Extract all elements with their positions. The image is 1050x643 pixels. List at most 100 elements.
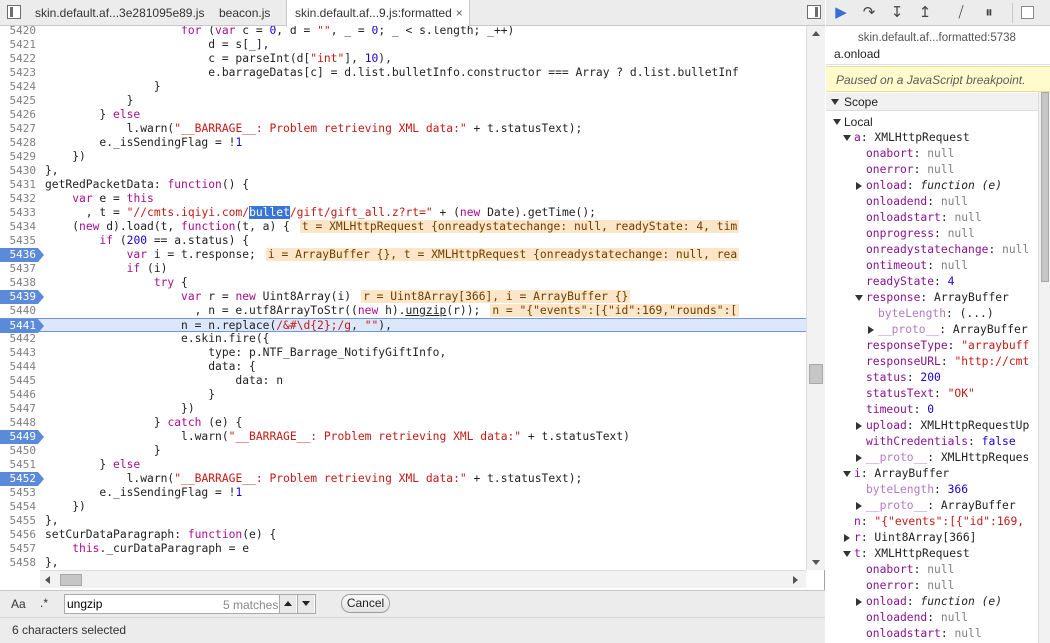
code-line[interactable]: 5432 var e = this bbox=[0, 192, 806, 206]
close-tab-icon[interactable]: × bbox=[456, 0, 463, 26]
toggle-debugger-icon[interactable] bbox=[807, 5, 821, 19]
code-line[interactable]: 5458}, bbox=[0, 556, 806, 570]
scope-property-row[interactable]: __proto__: XMLHttpReques bbox=[856, 450, 1029, 466]
line-number[interactable]: 5421 bbox=[0, 38, 38, 52]
scope-property-row[interactable]: onreadystatechange: null bbox=[866, 242, 1029, 258]
code-line[interactable]: 5453 e._isSendingFlag = !1 bbox=[0, 486, 806, 500]
expand-triangle-icon[interactable] bbox=[856, 454, 862, 462]
code-line[interactable]: 5437 if (i) bbox=[0, 262, 806, 276]
code-line[interactable]: 5445 data: n bbox=[0, 374, 806, 388]
editor-tab[interactable]: skin.default.af...9.js:formatted × bbox=[286, 0, 470, 27]
code-line[interactable]: 5440 , n = e.utf8ArrayToStr((new h).ungz… bbox=[0, 304, 806, 318]
expand-triangle-icon[interactable] bbox=[856, 502, 862, 510]
horizontal-scrollbar[interactable] bbox=[40, 570, 806, 588]
code-line[interactable]: 5428 e._isSendingFlag = !1 bbox=[0, 136, 806, 150]
collapse-triangle-icon[interactable] bbox=[843, 471, 851, 477]
match-case-toggle[interactable]: Aa bbox=[11, 597, 26, 611]
call-frame-location[interactable]: skin.default.af...formatted:5738 bbox=[858, 32, 1016, 44]
expand-triangle-icon[interactable] bbox=[868, 326, 874, 334]
collapse-triangle-icon[interactable] bbox=[855, 295, 863, 301]
code-line[interactable]: 5429 }) bbox=[0, 150, 806, 164]
expand-triangle-icon[interactable] bbox=[856, 182, 862, 190]
scope-property-row[interactable]: readyState: 4 bbox=[866, 274, 954, 290]
line-number[interactable]: 5458 bbox=[0, 556, 38, 570]
search-input[interactable] bbox=[67, 596, 217, 612]
scope-property-row[interactable]: n: "{"events":[{"id":169, bbox=[854, 514, 1024, 530]
expand-triangle-icon[interactable] bbox=[856, 422, 862, 430]
line-number[interactable]: 5427 bbox=[0, 122, 38, 136]
code-line[interactable]: 5438 try { bbox=[0, 276, 806, 290]
line-number[interactable]: 5420 bbox=[0, 26, 38, 38]
line-number[interactable]: 5443 bbox=[0, 346, 38, 360]
code-line[interactable]: 5427 l.warn("__BARRAGE__: Problem retrie… bbox=[0, 122, 806, 136]
code-line[interactable]: 5424 } bbox=[0, 80, 806, 94]
code-line[interactable]: 5430}, bbox=[0, 164, 806, 178]
call-frame-name[interactable]: a.onload bbox=[834, 47, 880, 61]
line-number[interactable]: 5447 bbox=[0, 402, 38, 416]
code-line[interactable]: 5436 var i = t.response; i = ArrayBuffer … bbox=[0, 248, 806, 262]
breakpoint-marker[interactable]: 5439 bbox=[0, 290, 44, 304]
scope-property-row[interactable]: statusText: "OK" bbox=[866, 386, 975, 402]
code-line[interactable]: 5420 for (var c = 0, d = "", _ = 0; _ < … bbox=[0, 26, 806, 38]
scope-property-row[interactable]: onabort: null bbox=[866, 146, 954, 162]
code-line[interactable]: 5455}, bbox=[0, 514, 806, 528]
code-line[interactable]: 5423 e.barrageDatas[c] = d.list.bulletIn… bbox=[0, 66, 806, 80]
scope-property-row[interactable]: byteLength: 366 bbox=[866, 482, 968, 498]
code-view[interactable]: 5420 for (var c = 0, d = "", _ = 0; _ < … bbox=[0, 26, 806, 570]
scope-scroll-thumb[interactable] bbox=[1041, 92, 1049, 282]
scope-property-row[interactable]: onloadstart: null bbox=[866, 210, 982, 226]
pause-on-exceptions-icon[interactable]: ⏸ bbox=[980, 4, 998, 22]
line-number[interactable]: 5424 bbox=[0, 80, 38, 94]
code-line[interactable]: 5443 type: p.NTF_Barrage_NotifyGiftInfo, bbox=[0, 346, 806, 360]
code-line[interactable]: 5426 } else bbox=[0, 108, 806, 122]
editor-tab[interactable]: beacon.js bbox=[211, 0, 283, 26]
scroll-up-icon[interactable] bbox=[812, 31, 820, 36]
scope-property-row[interactable]: a: XMLHttpRequest bbox=[843, 130, 970, 146]
line-number[interactable]: 5435 bbox=[0, 234, 38, 248]
code-line[interactable]: 5456 setCurDataParagraph: function(e) { bbox=[0, 528, 806, 542]
code-line[interactable]: 5449 l.warn("__BARRAGE__: Problem retrie… bbox=[0, 430, 806, 444]
line-number[interactable]: 5445 bbox=[0, 374, 38, 388]
scope-property-row[interactable]: t: XMLHttpRequest bbox=[843, 546, 970, 562]
breakpoint-marker[interactable]: 5452 bbox=[0, 472, 44, 486]
step-over-icon[interactable]: ↷ bbox=[860, 4, 878, 22]
expand-triangle-icon[interactable] bbox=[856, 598, 862, 606]
scope-local-row[interactable]: Local bbox=[833, 114, 873, 130]
regex-toggle[interactable]: .* bbox=[40, 596, 48, 610]
scroll-thumb[interactable] bbox=[809, 364, 823, 384]
code-line[interactable]: 5442 e.skin.fire({ bbox=[0, 332, 806, 346]
scope-property-row[interactable]: onloadstart: null bbox=[866, 626, 982, 642]
editor-tab[interactable]: skin.default.af...3e281095e89.js bbox=[27, 0, 207, 26]
scope-property-row[interactable]: byteLength: (...) bbox=[878, 306, 994, 322]
scope-property-row[interactable]: __proto__: ArrayBuffer bbox=[856, 498, 1016, 514]
line-number[interactable]: 5446 bbox=[0, 388, 38, 402]
deactivate-breakpoints-icon[interactable]: ⧸ bbox=[952, 4, 970, 22]
breakpoint-marker[interactable]: 5441 bbox=[0, 319, 44, 333]
line-number[interactable]: 5428 bbox=[0, 136, 38, 150]
line-number[interactable]: 5440 bbox=[0, 304, 38, 318]
scroll-down-icon[interactable] bbox=[812, 560, 820, 565]
line-number[interactable]: 5425 bbox=[0, 94, 38, 108]
line-number[interactable]: 5423 bbox=[0, 66, 38, 80]
line-number[interactable]: 5429 bbox=[0, 150, 38, 164]
breakpoint-marker[interactable]: 5436 bbox=[0, 248, 44, 262]
scope-property-row[interactable]: responseType: "arraybuff bbox=[866, 338, 1029, 354]
line-number[interactable]: 5432 bbox=[0, 192, 38, 206]
code-line[interactable]: 5452 l.warn("__BARRAGE__: Problem retrie… bbox=[0, 472, 806, 486]
expand-triangle-icon[interactable] bbox=[844, 534, 850, 542]
code-line[interactable]: 5448 } catch (e) { bbox=[0, 416, 806, 430]
step-into-icon[interactable]: ↧ bbox=[888, 4, 906, 22]
scope-property-row[interactable]: status: 200 bbox=[866, 370, 941, 386]
code-line[interactable]: 5425 } bbox=[0, 94, 806, 108]
code-line[interactable]: 5454 }) bbox=[0, 500, 806, 514]
scope-property-row[interactable]: onabort: null bbox=[866, 562, 954, 578]
line-number[interactable]: 5438 bbox=[0, 276, 38, 290]
scope-property-row[interactable]: response: ArrayBuffer bbox=[855, 290, 1009, 306]
previous-match-button[interactable] bbox=[279, 595, 296, 613]
code-line[interactable]: 5439 var r = new Uint8Array(i) r = Uint8A… bbox=[0, 290, 806, 304]
code-line[interactable]: 5446 } bbox=[0, 388, 806, 402]
scope-property-row[interactable]: onload: function (e) bbox=[856, 178, 1002, 194]
code-line[interactable]: 5450 } bbox=[0, 444, 806, 458]
line-number[interactable]: 5431 bbox=[0, 178, 38, 192]
code-line[interactable]: 5441 n = n.replace(/&#\d{2};/g, ""), bbox=[0, 318, 806, 333]
